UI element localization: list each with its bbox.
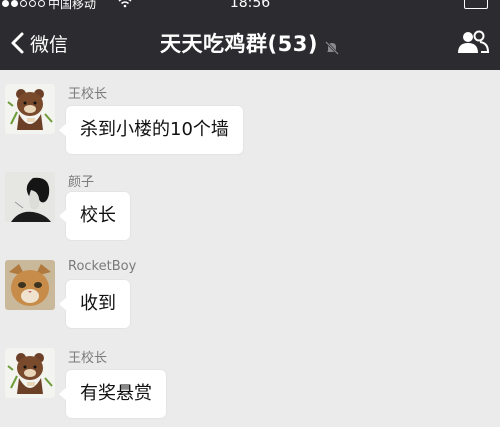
group-members-icon: [456, 30, 490, 60]
sender-name: 颜子: [68, 175, 95, 190]
bell-muted-icon: [324, 37, 340, 55]
battery-icon: [464, 0, 488, 9]
sender-name: 王校长: [68, 87, 108, 102]
brown-bear-avatar[interactable]: [5, 84, 55, 134]
group-members-button[interactable]: [456, 28, 490, 56]
status-bar: 中国移动 18:56: [0, 0, 500, 12]
message-bubble[interactable]: 有奖悬赏: [59, 370, 166, 418]
sender-name: 王校长: [68, 351, 108, 366]
sender-name: RocketBoy: [68, 259, 137, 274]
sketch-portrait-avatar[interactable]: [5, 172, 55, 222]
top-bar: 中国移动 18:56 微信 天天吃鸡群(53): [0, 0, 500, 70]
status-time: 18:56: [229, 0, 271, 11]
message-bubble[interactable]: 杀到小楼的10个墙: [59, 106, 243, 154]
brown-bear-avatar[interactable]: [5, 348, 55, 398]
chat-title-text: 天天吃鸡群(53): [160, 32, 318, 56]
nav-bar: 微信 天天吃鸡群(53): [0, 18, 500, 68]
chat-title: 天天吃鸡群(53): [0, 28, 500, 58]
message-bubble[interactable]: 收到: [59, 280, 130, 328]
message-bubble[interactable]: 校长: [59, 192, 130, 240]
cat-avatar[interactable]: [5, 260, 55, 310]
